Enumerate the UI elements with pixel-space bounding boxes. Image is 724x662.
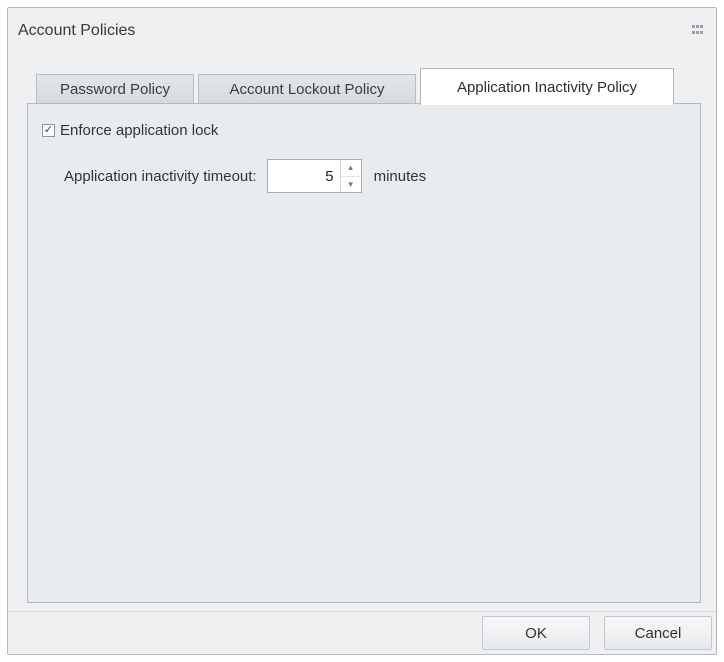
stepper-buttons: ▲ ▼	[339, 160, 361, 193]
tab-panel: ✓ Enforce application lock Application i…	[27, 103, 701, 603]
account-policies-dialog: Account Policies Password Policy Account…	[7, 7, 717, 655]
enforce-lock-label: Enforce application lock	[60, 122, 219, 139]
enforce-lock-checkbox[interactable]: ✓	[42, 124, 55, 137]
enforce-lock-row[interactable]: ✓ Enforce application lock	[42, 122, 218, 139]
timeout-units: minutes	[373, 167, 427, 185]
tab-application-inactivity-policy[interactable]: Application Inactivity Policy	[420, 68, 674, 105]
timeout-input[interactable]	[267, 160, 340, 192]
checkmark-icon: ✓	[43, 124, 54, 136]
window-title: Account Policies	[18, 22, 136, 39]
grip-icon[interactable]	[692, 25, 704, 35]
timeout-label: Application inactivity timeout:	[64, 167, 257, 185]
timeout-stepper[interactable]: ▲ ▼	[266, 159, 362, 193]
cancel-button[interactable]: Cancel	[604, 616, 712, 650]
timeout-row: Application inactivity timeout: ▲ ▼ minu…	[64, 159, 426, 193]
footer-divider	[8, 611, 716, 612]
ok-button[interactable]: OK	[482, 616, 590, 650]
increment-icon[interactable]: ▲	[341, 160, 361, 176]
tab-account-lockout-policy[interactable]: Account Lockout Policy	[198, 74, 416, 104]
tab-password-policy[interactable]: Password Policy	[36, 74, 194, 104]
title-bar: Account Policies	[8, 8, 716, 52]
decrement-icon[interactable]: ▼	[340, 175, 361, 193]
